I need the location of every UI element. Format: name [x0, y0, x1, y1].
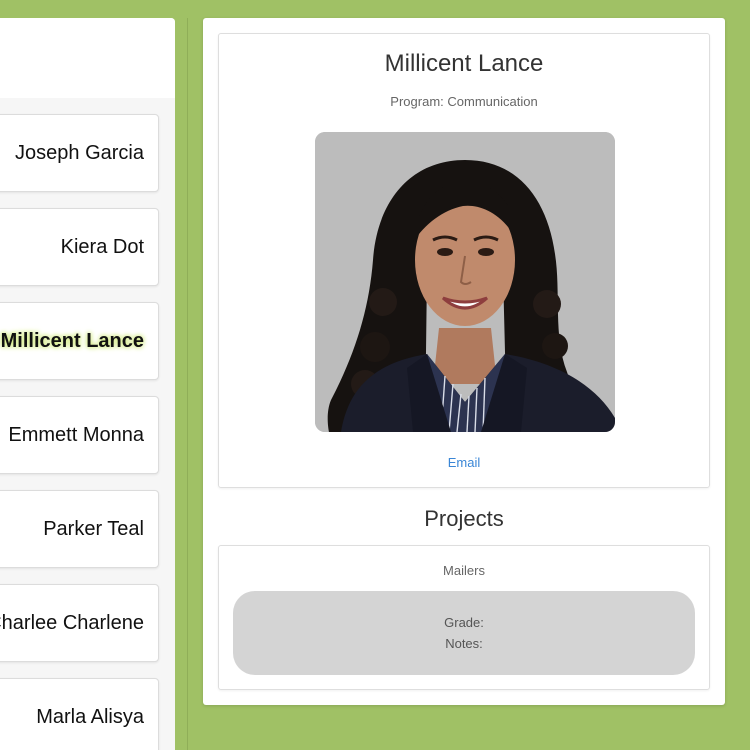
student-card-millicent-lance[interactable]: Millicent Lance [0, 302, 159, 380]
project-name: Mailers [443, 563, 485, 578]
student-detail-panel: Millicent Lance Program: Communication E… [203, 18, 725, 705]
project-grade-label: Grade: [444, 615, 484, 630]
profile-photo [315, 132, 615, 432]
student-name: Kiera Dot [60, 235, 144, 258]
profile-name: Millicent Lance [384, 50, 544, 77]
panel-divider [187, 18, 188, 750]
project-card: Mailers Grade: Notes: [218, 545, 710, 690]
portrait-illustration [315, 132, 615, 432]
student-card-marla-alisya[interactable]: Marla Alisya [0, 678, 159, 750]
student-card-charlee-charlene[interactable]: Charlee Charlene [0, 584, 159, 662]
student-card-kiera-dot[interactable]: Kiera Dot [0, 208, 159, 286]
student-name: Marla Alisya [36, 705, 144, 728]
student-name: Parker Teal [43, 517, 144, 540]
student-name: Millicent Lance [0, 329, 144, 352]
student-name: Charlee Charlene [0, 611, 144, 634]
project-notes-label: Notes: [445, 636, 483, 651]
student-name: Joseph Garcia [15, 141, 144, 164]
student-name: Emmett Monna [8, 423, 144, 446]
student-card-parker-teal[interactable]: Parker Teal [0, 490, 159, 568]
projects-heading: Projects [424, 506, 504, 531]
project-details: Grade: Notes: [233, 591, 695, 675]
student-list-header [0, 18, 175, 98]
email-link[interactable]: Email [219, 455, 709, 470]
profile-program: Program: Communication [390, 94, 538, 109]
student-list-panel: Joseph Garcia Kiera Dot Millicent Lance … [0, 18, 175, 750]
student-card-joseph-garcia[interactable]: Joseph Garcia [0, 114, 159, 192]
student-card-emmett-monna[interactable]: Emmett Monna [0, 396, 159, 474]
profile-card: Millicent Lance Program: Communication E… [218, 33, 710, 488]
